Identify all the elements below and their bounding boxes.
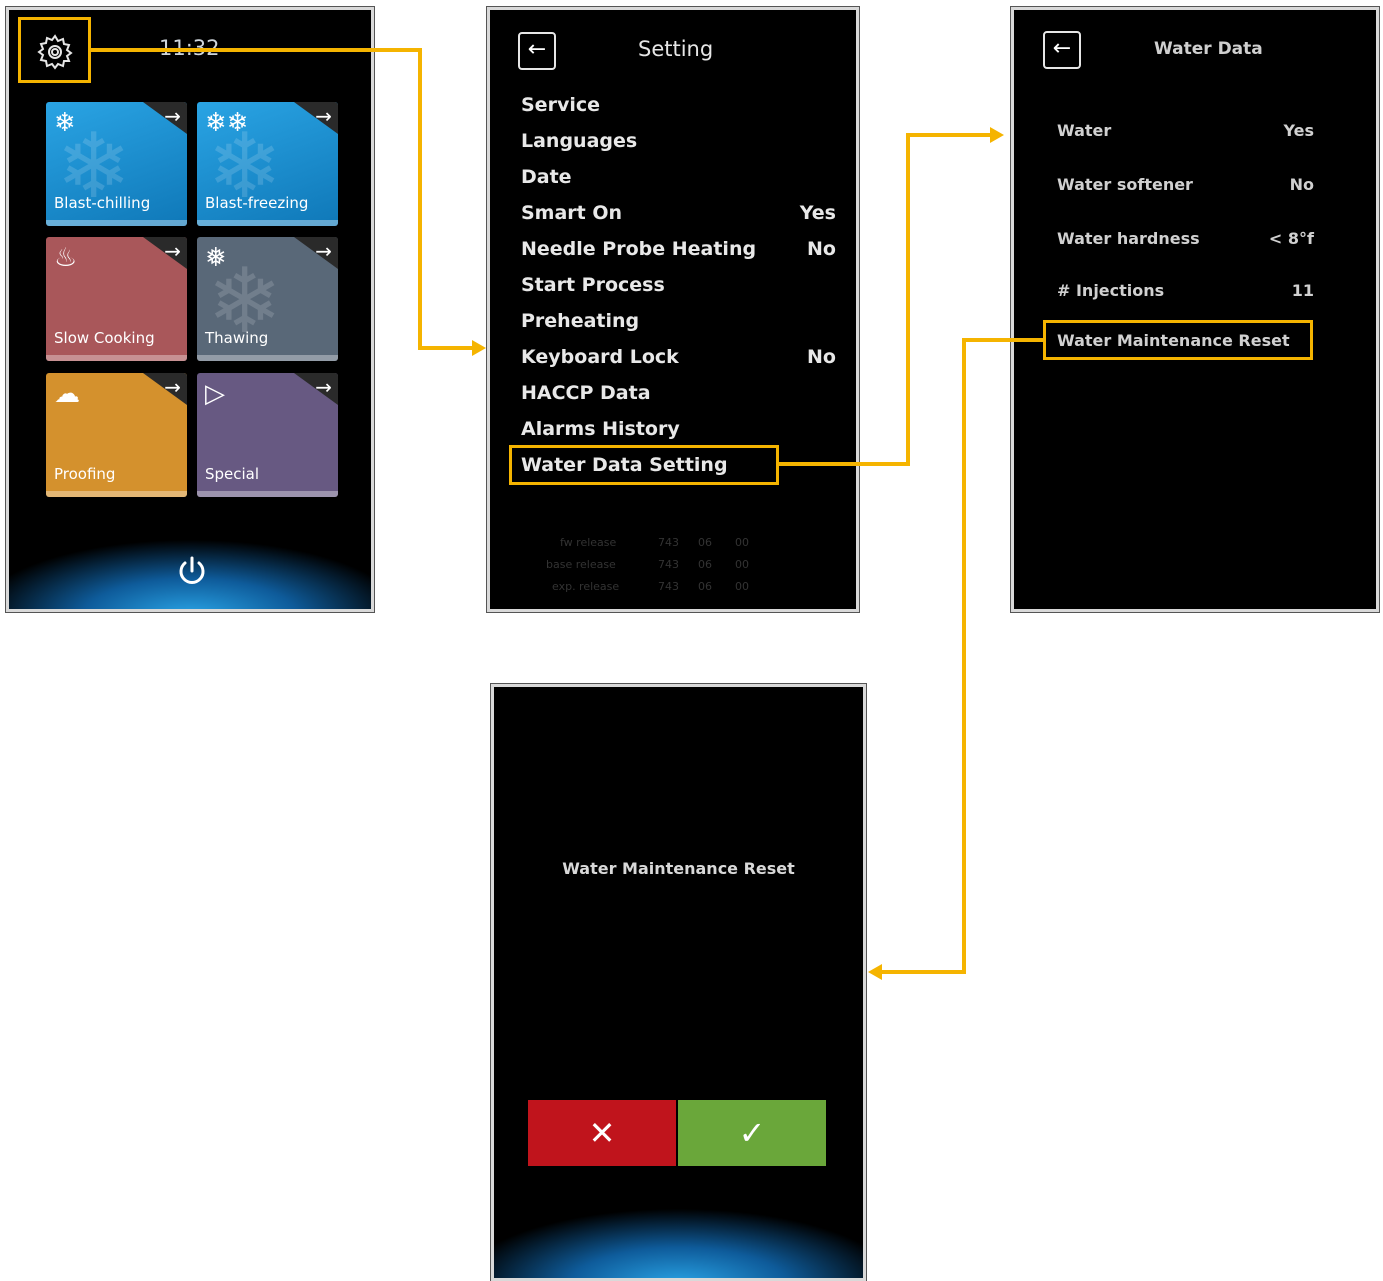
release-label: exp. release — [552, 580, 620, 593]
tile-label: Proofing — [54, 465, 116, 483]
tile-label: Blast-freezing — [205, 194, 309, 212]
release-label: base release — [546, 558, 616, 571]
snowflake-icon: ❄ — [54, 108, 76, 138]
arrow-left-icon: ← — [1052, 36, 1072, 61]
page-title: Water Data — [1154, 39, 1263, 59]
connector-line — [779, 462, 910, 466]
menu-item-preheating[interactable]: Preheating — [521, 310, 639, 332]
connector-line — [418, 48, 422, 350]
water-value: Yes — [1283, 121, 1315, 140]
keyboard-lock-value: No — [807, 346, 836, 368]
water-softener-label[interactable]: Water softener — [1057, 175, 1193, 194]
arrow-right-icon: → — [315, 375, 332, 399]
connector-line — [906, 133, 910, 466]
injections-label: # Injections — [1057, 281, 1165, 300]
tile-blast-freezing[interactable]: ❄ ❄❄ → Blast-freezing — [197, 102, 338, 226]
home-screen: 11:32 ❄ ❄ → Blast-chilling ❄ ❄❄ → Blast-… — [6, 7, 374, 612]
arrow-right-icon: → — [315, 239, 332, 263]
tile-bar — [197, 491, 338, 497]
water-data-screen: ← Water Data Water Yes Water softener No… — [1011, 7, 1379, 612]
back-button[interactable]: ← — [1043, 31, 1081, 69]
bottom-glow — [494, 1208, 863, 1278]
tile-label: Special — [205, 465, 260, 483]
arrow-right-icon: → — [315, 104, 332, 128]
arrow-left-icon: ← — [527, 37, 547, 62]
setting-screen: ← Setting Service Languages Date Smart O… — [487, 7, 859, 612]
needle-probe-heating-value: No — [807, 238, 836, 260]
menu-item-date[interactable]: Date — [521, 166, 572, 188]
cupcake-icon: ☁ — [54, 379, 80, 409]
arrowhead-icon — [472, 340, 486, 356]
menu-item-alarms-history[interactable]: Alarms History — [521, 418, 680, 440]
arrowhead-icon — [868, 964, 882, 980]
release-v3: 00 — [735, 580, 749, 593]
tile-slow-cooking[interactable]: ♨ → Slow Cooking — [46, 237, 187, 361]
tile-thawing[interactable]: ❄ ❅ → Thawing — [197, 237, 338, 361]
arrowhead-icon — [990, 127, 1004, 143]
water-label[interactable]: Water — [1057, 121, 1111, 140]
menu-item-needle-probe-heating[interactable]: Needle Probe Heating — [521, 238, 756, 260]
confirm-button[interactable]: ✓ — [678, 1100, 826, 1166]
arrow-right-icon: → — [164, 375, 181, 399]
tile-bar — [197, 355, 338, 361]
release-v2: 06 — [698, 558, 712, 571]
connector-line — [882, 970, 966, 974]
cancel-button[interactable]: ✕ — [528, 1100, 676, 1166]
highlight-gear — [18, 17, 91, 83]
confirm-title: Water Maintenance Reset — [562, 859, 795, 878]
tile-bar — [46, 220, 187, 226]
close-icon: ✕ — [588, 1114, 616, 1152]
water-softener-value: No — [1289, 175, 1314, 194]
smart-on-value: Yes — [799, 202, 836, 224]
connector-line — [962, 338, 1043, 342]
menu-item-service[interactable]: Service — [521, 94, 600, 116]
double-snowflake-icon: ❄❄ — [205, 108, 249, 138]
connector-line — [91, 48, 422, 52]
tile-bar — [46, 491, 187, 497]
tile-bar — [197, 220, 338, 226]
release-v3: 00 — [735, 558, 749, 571]
release-v2: 06 — [698, 580, 712, 593]
release-v1: 743 — [658, 558, 679, 571]
tile-blast-chilling[interactable]: ❄ ❄ → Blast-chilling — [46, 102, 187, 226]
tile-label: Thawing — [205, 329, 269, 347]
injections-value: 11 — [1291, 281, 1314, 300]
tile-special[interactable]: ▷ → Special — [197, 373, 338, 497]
arrow-right-icon: → — [164, 239, 181, 263]
confirm-screen: Water Maintenance Reset ✕ ✓ — [491, 684, 866, 1281]
pot-icon: ♨ — [54, 243, 78, 273]
arrow-right-icon: → — [164, 104, 181, 128]
connector-line — [906, 133, 992, 137]
tile-label: Blast-chilling — [54, 194, 151, 212]
menu-item-languages[interactable]: Languages — [521, 130, 637, 152]
release-label: fw release — [560, 536, 617, 549]
release-v2: 06 — [698, 536, 712, 549]
tile-proofing[interactable]: ☁ → Proofing — [46, 373, 187, 497]
water-hardness-label[interactable]: Water hardness — [1057, 229, 1200, 248]
menu-item-keyboard-lock[interactable]: Keyboard Lock — [521, 346, 679, 368]
release-v1: 743 — [658, 536, 679, 549]
power-icon[interactable] — [175, 555, 209, 589]
tile-bar — [46, 355, 187, 361]
tile-label: Slow Cooking — [54, 329, 155, 347]
connector-line — [418, 346, 474, 350]
menu-item-start-process[interactable]: Start Process — [521, 274, 665, 296]
menu-item-haccp-data[interactable]: HACCP Data — [521, 382, 651, 404]
connector-line — [962, 338, 966, 974]
check-icon: ✓ — [738, 1114, 766, 1152]
highlight-water-maintenance-reset — [1043, 320, 1313, 360]
back-button[interactable]: ← — [518, 32, 556, 70]
menu-item-smart-on[interactable]: Smart On — [521, 202, 622, 224]
water-hardness-value: < 8°f — [1268, 229, 1314, 248]
highlight-water-data-setting — [509, 445, 779, 485]
special-icon: ▷ — [205, 379, 225, 409]
page-title: Setting — [638, 37, 714, 61]
release-v3: 00 — [735, 536, 749, 549]
drop-snowflake-icon: ❅ — [205, 243, 227, 273]
release-v1: 743 — [658, 580, 679, 593]
